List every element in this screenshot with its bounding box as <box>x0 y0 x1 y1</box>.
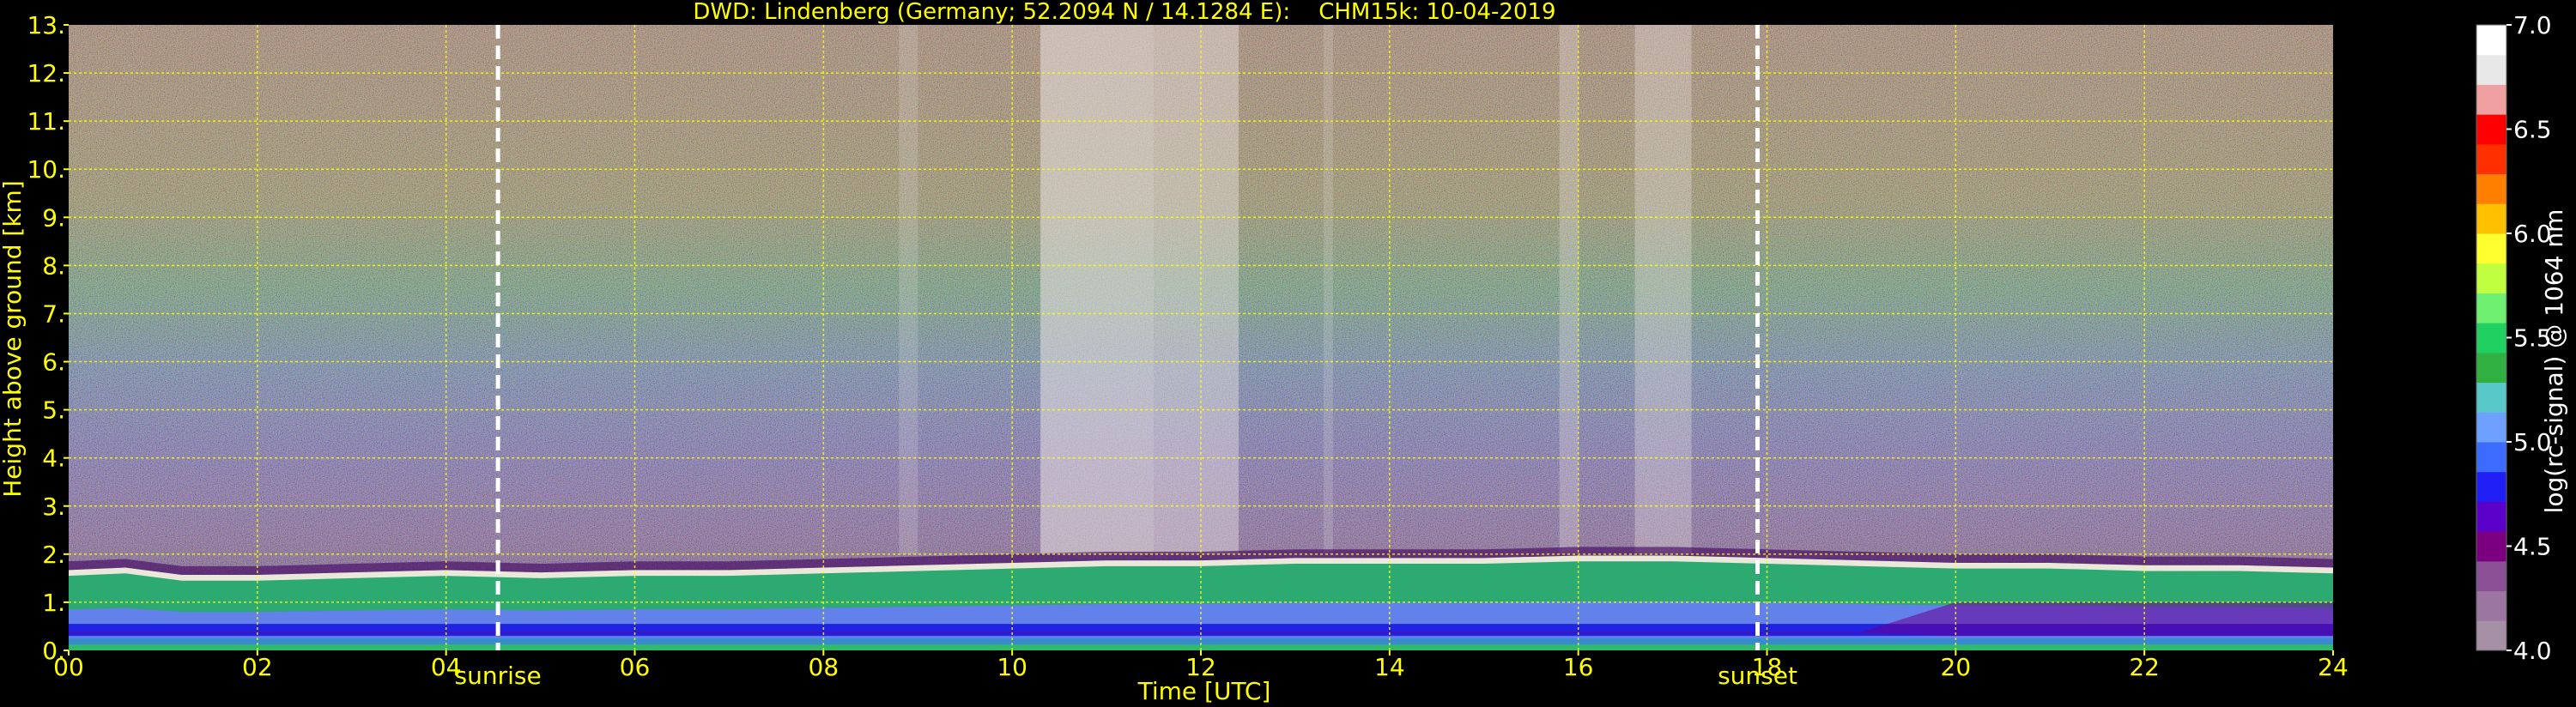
colorbar-tick-label: 4.5 <box>2513 533 2552 561</box>
y-tick-label: 1. <box>42 589 65 617</box>
colorbar-tick-label: 4.0 <box>2513 637 2552 665</box>
sunset-label: sunset <box>1718 662 1797 690</box>
y-axis-label: Height above ground [km] <box>0 180 27 498</box>
y-tick-label: 0. <box>42 637 65 665</box>
plot-area <box>69 25 2333 650</box>
colorbar-segment <box>2476 263 2506 293</box>
colorbar-segment <box>2476 143 2506 175</box>
y-tick-label: 7. <box>42 299 65 328</box>
y-axis-ticks: 0. 1. 2. 3. 4. 5. 6. 7. 8. 9. 10. 11. 12. 13. <box>27 11 69 665</box>
sun-event-labels: sunrise sunset <box>455 662 1797 690</box>
y-tick-label: 9. <box>42 203 65 232</box>
lidar-figure: 00 02 04 06 08 10 12 14 16 18 20 22 24 0.1.2.3.4.5.6… <box>0 0 2568 705</box>
x-tick-label: 14 <box>1374 653 1405 681</box>
colorbar-segment <box>2476 293 2506 323</box>
y-tick-label: 11. <box>27 107 65 136</box>
y-tick-label: 2. <box>42 541 65 569</box>
y-tick-label: 3. <box>42 492 65 521</box>
x-tick-label: 20 <box>1941 653 1972 681</box>
colorbar-segment <box>2476 233 2506 264</box>
y-tick-label: 13. <box>27 11 65 39</box>
chart-title: DWD: Lindenberg (Germany; 52.2094 N / 14… <box>693 0 1555 25</box>
colorbar: 4.04.55.05.56.06.57.0 log(rc-signal) @ 1… <box>2476 11 2568 665</box>
y-tick-label: 8. <box>42 251 65 280</box>
colorbar-segment <box>2476 471 2506 502</box>
cloud-column <box>1154 25 1239 554</box>
cloud-column <box>1323 25 1333 554</box>
x-tick-label: 16 <box>1563 653 1594 681</box>
colorbar-segment <box>2476 173 2506 204</box>
x-tick-label: 22 <box>2129 653 2160 681</box>
colorbar-segment <box>2476 620 2506 651</box>
colorbar-segment <box>2476 203 2506 234</box>
cloud-column <box>1040 25 1155 554</box>
colorbar-segment <box>2476 501 2506 532</box>
x-tick-label: 02 <box>242 653 273 681</box>
x-tick-label: 24 <box>2318 653 2349 681</box>
colorbar-segment <box>2476 54 2506 85</box>
colorbar-segments <box>2476 25 2506 651</box>
colorbar-tick-label: 7.0 <box>2513 11 2552 39</box>
colorbar-segment <box>2476 25 2506 56</box>
colorbar-segment <box>2476 531 2506 562</box>
x-tick-label: 10 <box>997 653 1027 681</box>
colorbar-segment <box>2476 352 2506 384</box>
colorbar-label: log(rc-signal) @ 1064 nm <box>2540 209 2568 514</box>
colorbar-segment <box>2476 114 2506 145</box>
cloud-column <box>899 25 918 554</box>
cloud-column <box>1559 25 1579 554</box>
colorbar-segment <box>2476 323 2506 354</box>
colorbar-segment <box>2476 442 2506 473</box>
y-tick-label: 6. <box>42 348 65 377</box>
colorbar-segment <box>2476 382 2506 413</box>
x-tick-label: 06 <box>620 653 651 681</box>
colorbar-segment <box>2476 412 2506 443</box>
y-tick-label: 5. <box>42 396 65 425</box>
colorbar-segment <box>2476 84 2506 115</box>
x-tick-label: 08 <box>809 653 839 681</box>
x-axis-label: Time [UTC] <box>1137 677 1271 705</box>
colorbar-tick-label: 6.5 <box>2513 116 2552 144</box>
colorbar-segment <box>2476 560 2506 592</box>
sunrise-label: sunrise <box>455 662 542 690</box>
y-tick-label: 10. <box>27 155 65 184</box>
y-tick-label: 4. <box>42 444 65 473</box>
cloud-column <box>1634 25 1692 554</box>
colorbar-segment <box>2476 590 2506 621</box>
y-tick-label: 12. <box>27 59 65 88</box>
